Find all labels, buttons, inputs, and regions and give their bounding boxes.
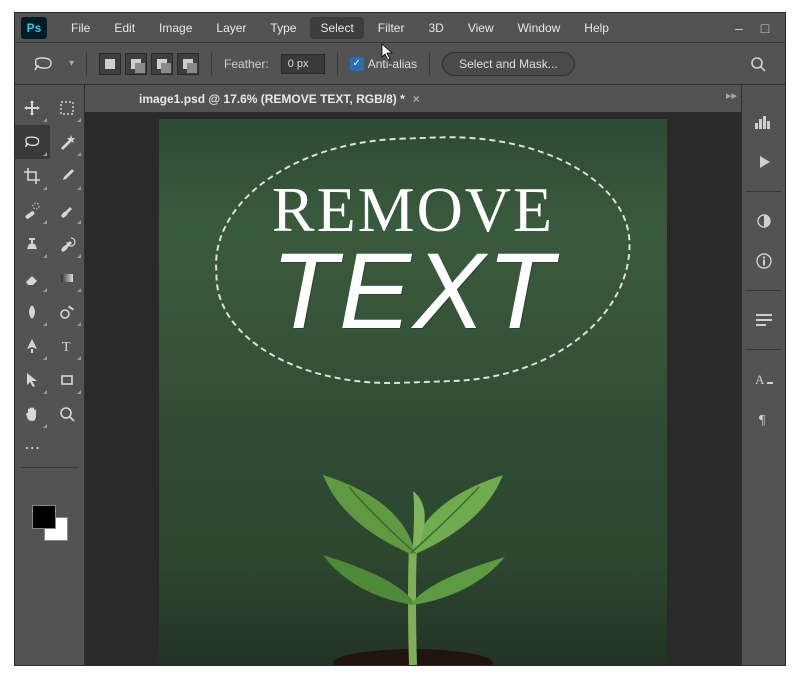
- magic-wand-tool[interactable]: [50, 125, 85, 159]
- canvas-text-text: TEXT: [159, 237, 667, 345]
- move-tool[interactable]: [15, 91, 50, 125]
- histogram-icon[interactable]: [751, 111, 777, 133]
- blur-tool[interactable]: [15, 295, 50, 329]
- foreground-color-swatch[interactable]: [32, 505, 56, 529]
- svg-text:T: T: [62, 340, 71, 354]
- selection-mode-group: [99, 53, 199, 75]
- anti-alias-checkbox[interactable]: ✓ Anti-alias: [350, 57, 417, 71]
- window-controls: – □: [729, 20, 779, 36]
- close-tab-icon[interactable]: ×: [413, 92, 420, 106]
- canvas-viewport[interactable]: REMOVE TEXT: [85, 113, 741, 665]
- separator: [86, 52, 87, 76]
- toolbox: T ⋯: [15, 85, 85, 665]
- hand-tool[interactable]: [15, 397, 50, 431]
- menu-edit[interactable]: Edit: [104, 17, 145, 39]
- clone-stamp-tool[interactable]: [15, 227, 50, 261]
- spot-healing-brush-tool[interactable]: [15, 193, 50, 227]
- pen-tool[interactable]: [15, 329, 50, 363]
- selection-subtract-button[interactable]: [151, 53, 173, 75]
- select-and-mask-button[interactable]: Select and Mask...: [442, 52, 575, 76]
- eyedropper-tool[interactable]: [50, 159, 85, 193]
- main-area: ▸▸ T ⋯: [15, 85, 785, 665]
- menubar: Ps File Edit Image Layer Type Select Fil…: [15, 13, 785, 43]
- adjustments-icon[interactable]: [751, 210, 777, 232]
- rectangle-tool[interactable]: [50, 363, 85, 397]
- document-tab-label: image1.psd @ 17.6% (REMOVE TEXT, RGB/8) …: [139, 92, 405, 106]
- panel-collapse-chevron-icon[interactable]: ▸▸: [726, 89, 737, 102]
- search-icon[interactable]: [745, 51, 771, 77]
- color-swatches[interactable]: [15, 499, 84, 547]
- feather-label: Feather:: [224, 57, 269, 71]
- dock-separator: [746, 290, 780, 291]
- dock-separator: [746, 191, 780, 192]
- check-icon: ✓: [350, 57, 364, 71]
- menu-view[interactable]: View: [458, 17, 504, 39]
- menu-window[interactable]: Window: [508, 17, 571, 39]
- crop-tool[interactable]: [15, 159, 50, 193]
- document-tabbar: image1.psd @ 17.6% (REMOVE TEXT, RGB/8) …: [85, 85, 741, 113]
- info-icon[interactable]: [751, 250, 777, 272]
- menu-select[interactable]: Select: [310, 17, 363, 39]
- selection-add-button[interactable]: [125, 53, 147, 75]
- character-icon[interactable]: A: [751, 368, 777, 390]
- gradient-tool[interactable]: [50, 261, 85, 295]
- menu-filter[interactable]: Filter: [368, 17, 415, 39]
- eraser-tool[interactable]: [15, 261, 50, 295]
- active-tool-lasso-icon[interactable]: [29, 54, 57, 74]
- options-bar: ▾ Feather: 0 px ✓ Anti-alias Select and …: [15, 43, 785, 85]
- menu-type[interactable]: Type: [260, 17, 306, 39]
- document-area: image1.psd @ 17.6% (REMOVE TEXT, RGB/8) …: [85, 85, 741, 665]
- separator: [429, 52, 430, 76]
- selection-intersect-button[interactable]: [177, 53, 199, 75]
- edit-toolbar-button[interactable]: ⋯: [15, 431, 50, 465]
- svg-text:A: A: [755, 372, 765, 387]
- minimize-button[interactable]: –: [729, 20, 749, 36]
- paragraph-styles-icon[interactable]: [751, 309, 777, 331]
- path-selection-tool[interactable]: [15, 363, 50, 397]
- play-icon[interactable]: [751, 151, 777, 173]
- marquee-tool[interactable]: [50, 91, 85, 125]
- selection-new-button[interactable]: [99, 53, 121, 75]
- separator: [211, 52, 212, 76]
- feather-input[interactable]: 0 px: [281, 54, 325, 74]
- menu-file[interactable]: File: [61, 17, 100, 39]
- app-logo[interactable]: Ps: [21, 17, 47, 39]
- lasso-tool[interactable]: [15, 125, 50, 159]
- zoom-tool[interactable]: [50, 397, 85, 431]
- separator: [337, 52, 338, 76]
- type-tool[interactable]: T: [50, 329, 85, 363]
- dock-separator: [746, 349, 780, 350]
- glyphs-icon[interactable]: ¶: [751, 408, 777, 430]
- menu-3d[interactable]: 3D: [418, 17, 453, 39]
- menu-image[interactable]: Image: [149, 17, 202, 39]
- document-tab[interactable]: image1.psd @ 17.6% (REMOVE TEXT, RGB/8) …: [129, 86, 430, 112]
- svg-text:¶: ¶: [759, 413, 766, 427]
- plant-image: [253, 395, 573, 665]
- history-brush-tool[interactable]: [50, 227, 85, 261]
- document-canvas[interactable]: REMOVE TEXT: [159, 119, 667, 665]
- right-panel-dock: A ¶: [741, 85, 785, 665]
- brush-tool[interactable]: [50, 193, 85, 227]
- maximize-button[interactable]: □: [755, 20, 775, 36]
- anti-alias-label: Anti-alias: [368, 57, 417, 71]
- menu-help[interactable]: Help: [574, 17, 619, 39]
- dodge-tool[interactable]: [50, 295, 85, 329]
- menu-layer[interactable]: Layer: [206, 17, 256, 39]
- app-window: Ps File Edit Image Layer Type Select Fil…: [14, 12, 786, 666]
